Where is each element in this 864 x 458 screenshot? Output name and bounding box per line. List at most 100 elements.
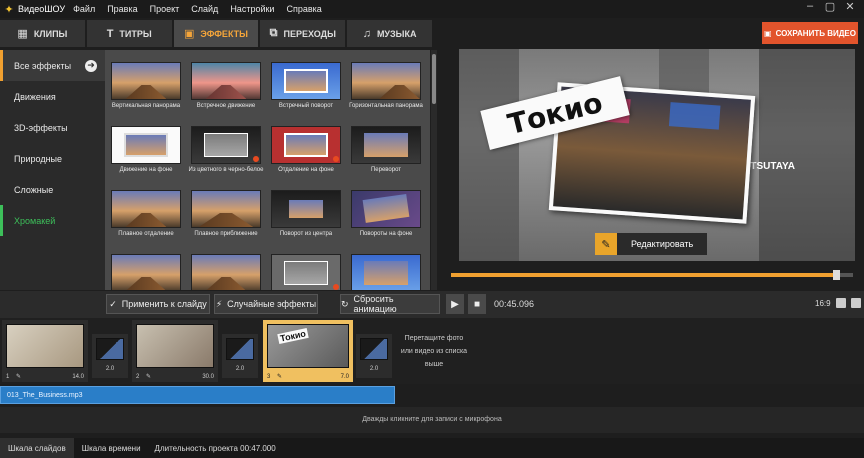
effect-label: Движение на фоне — [119, 167, 173, 173]
audio-track-name: 013_The_Business.mp3 — [7, 391, 83, 399]
effect-item[interactable]: Горизонтальная панорама — [347, 62, 425, 109]
effect-thumbnail — [271, 62, 341, 100]
effects-icon: ▣ — [184, 28, 195, 40]
menu-slide[interactable]: Слайд — [191, 4, 218, 14]
effects-scrollbar[interactable] — [431, 50, 437, 290]
effect-item[interactable]: Плавное приближение — [187, 190, 265, 237]
effect-thumbnail — [191, 254, 261, 290]
effect-item[interactable]: Поворот из центра — [267, 190, 345, 237]
premium-badge-icon — [333, 284, 339, 290]
category-label: Хромакей — [14, 215, 56, 226]
category-3d[interactable]: 3D-эффекты — [0, 112, 105, 143]
tab-music[interactable]: ♫ МУЗЫКА — [347, 20, 432, 47]
timeline-transition[interactable]: 2.0 — [92, 334, 128, 378]
menu-edit[interactable]: Правка — [107, 4, 137, 14]
timeline-transition[interactable]: 2.0 — [222, 334, 258, 378]
playback-progress[interactable] — [451, 270, 853, 280]
edit-slide-label: Редактировать — [631, 239, 694, 249]
progress-handle[interactable] — [832, 270, 840, 280]
edit-slide-button[interactable]: ✎ Редактировать — [595, 233, 707, 255]
menu-file[interactable]: Файл — [73, 4, 95, 14]
timeline-slide[interactable]: 2 ✎ 30.0 — [132, 320, 218, 382]
app-name: ВидеоШОУ — [18, 4, 66, 14]
titles-icon: T — [106, 27, 114, 40]
timeline-slide[interactable]: 1 ✎ 14.0 — [2, 320, 88, 382]
menu-settings[interactable]: Настройки — [230, 4, 274, 14]
slide-thumb-title: Токио — [277, 327, 309, 345]
category-motion[interactable]: Движения — [0, 81, 105, 112]
effect-item[interactable]: Плавное отдаление — [107, 190, 185, 237]
apply-to-slide-button[interactable]: ✓ Применить к слайду — [106, 294, 210, 314]
tab-titles[interactable]: T ТИТРЫ — [86, 20, 172, 47]
effect-item[interactable]: Переворот — [347, 126, 425, 173]
effect-item[interactable] — [187, 254, 265, 290]
effect-thumbnail — [351, 190, 421, 228]
film-icon: ▦ — [17, 28, 28, 40]
stop-icon[interactable]: ■ — [468, 294, 486, 314]
transition-duration: 2.0 — [369, 366, 379, 372]
effect-thumbnail — [111, 190, 181, 228]
slide-number: 2 — [136, 374, 140, 380]
premium-badge-icon — [333, 156, 339, 162]
aspect-ratio[interactable]: 16:9 — [815, 299, 831, 308]
arrow-right-icon: ➜ — [85, 59, 97, 72]
maximize-icon[interactable]: ▢ — [820, 0, 840, 13]
category-label: Движения — [14, 91, 56, 102]
effect-label: Поворот из центра — [279, 231, 333, 237]
effect-thumbnail — [351, 254, 421, 290]
tab-transitions[interactable]: ⧉ ПЕРЕХОДЫ — [260, 20, 346, 47]
tab-slide-scale[interactable]: Шкала слайдов — [0, 438, 74, 458]
pencil-icon: ✎ — [277, 374, 283, 380]
slide-number: 1 — [6, 374, 10, 380]
effect-thumbnail — [191, 190, 261, 228]
video-preview: TSUTAYA Токио ✎ Редактировать — [459, 49, 855, 261]
slide-duration: 30.0 — [202, 374, 214, 380]
timeline-transition[interactable]: 2.0 — [356, 334, 392, 378]
main-tabs: ▦ КЛИПЫ T ТИТРЫ ▣ ЭФФЕКТЫ ⧉ ПЕРЕХОДЫ ♫ М… — [0, 20, 432, 47]
category-nature[interactable]: Природные — [0, 143, 105, 174]
random-effects-button[interactable]: ⚡ Случайные эффекты — [214, 294, 318, 314]
category-label: Природные — [14, 153, 63, 164]
reset-animation-button[interactable]: ↻ Сбросить анимацию — [340, 294, 440, 314]
timeline-slide-selected[interactable]: Токио 3 ✎ 7.0 — [263, 320, 353, 382]
menu-project[interactable]: Проект — [150, 4, 180, 14]
menu-help[interactable]: Справка — [286, 4, 321, 14]
drop-hint: Перетащите фото или видео из списка выше — [400, 335, 468, 368]
slide-duration: 14.0 — [72, 374, 84, 380]
save-video-button[interactable]: ▣ СОХРАНИТЬ ВИДЕО — [762, 22, 858, 44]
effect-item[interactable]: Повороты на фоне — [347, 190, 425, 237]
effect-item[interactable]: Встречное движение — [187, 62, 265, 109]
snapshot-icon[interactable] — [836, 298, 846, 308]
tab-clips[interactable]: ▦ КЛИПЫ — [0, 20, 85, 47]
reset-icon: ↻ — [341, 298, 349, 309]
tab-time-scale[interactable]: Шкала времени — [74, 438, 149, 458]
effect-item[interactable]: Движение на фоне — [107, 126, 185, 173]
close-icon[interactable]: ✕ — [840, 0, 860, 13]
app-logo-icon: ✦ — [4, 3, 14, 16]
effect-item[interactable]: Встречный поворот — [267, 62, 345, 109]
category-chromakey[interactable]: Хромакей — [0, 205, 105, 236]
effect-thumbnail — [191, 62, 261, 100]
save-icon: ▣ — [764, 28, 772, 38]
effects-toolbar: ✓ Применить к слайду ⚡ Случайные эффекты… — [0, 291, 864, 318]
apply-label: Применить к слайду — [121, 299, 207, 309]
effect-label: Встречный поворот — [278, 103, 334, 109]
effect-item[interactable] — [107, 254, 185, 290]
fullscreen-icon[interactable] — [851, 298, 861, 308]
category-label: 3D-эффекты — [14, 122, 68, 133]
tab-effects[interactable]: ▣ ЭФФЕКТЫ — [173, 20, 259, 47]
effect-item[interactable]: Отдаление на фоне — [267, 126, 345, 173]
audio-track[interactable]: 013_The_Business.mp3 — [0, 386, 395, 404]
effect-item[interactable] — [347, 254, 425, 290]
category-complex[interactable]: Сложные — [0, 174, 105, 205]
effect-item[interactable]: Из цветного в черно-белое — [187, 126, 265, 173]
effect-item[interactable] — [267, 254, 345, 290]
effect-label: Из цветного в черно-белое — [188, 167, 264, 173]
effect-label: Горизонтальная панорама — [349, 103, 423, 109]
effect-item[interactable]: Вертикальная панорама — [107, 62, 185, 109]
timecode: 00:45.096 — [494, 299, 535, 309]
minimize-icon[interactable]: – — [800, 0, 820, 13]
category-all[interactable]: Все эффекты ➜ — [0, 50, 105, 81]
slide-duration: 7.0 — [340, 374, 349, 380]
play-icon[interactable]: ▶ — [446, 294, 464, 314]
